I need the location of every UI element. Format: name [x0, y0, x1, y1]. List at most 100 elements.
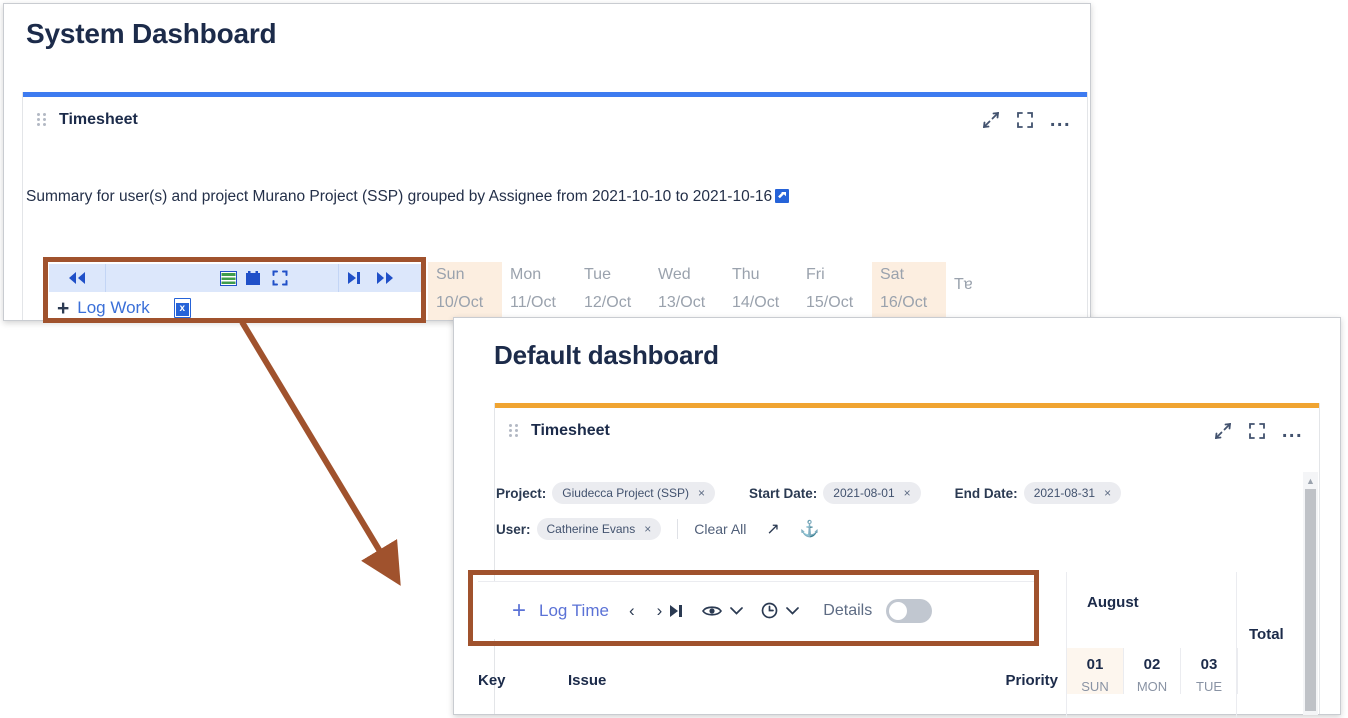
date-number: 02	[1124, 656, 1180, 673]
day-date-label: Tɐ	[954, 266, 986, 294]
calendar-icon[interactable]	[240, 264, 266, 292]
eye-icon[interactable]	[702, 604, 722, 618]
day-of-week-label: Sat	[880, 262, 946, 284]
system-dashboard-window: System Dashboard Timesheet	[3, 3, 1091, 321]
column-key[interactable]: Key	[478, 672, 568, 689]
gadget-summary: Summary for user(s) and project Murano P…	[26, 184, 956, 210]
day-date-label: 15/Oct	[806, 284, 872, 312]
filter-row-2: User: Catherine Evans × Clear All ↗ ⚓	[496, 514, 1256, 544]
date-weekday: SUN	[1067, 673, 1123, 694]
day-column: Sun10/Oct	[428, 262, 502, 321]
share-icon[interactable]: ↗	[766, 519, 779, 539]
day-column: Sat16/Oct	[872, 262, 946, 321]
collapse-icon[interactable]	[1214, 422, 1232, 440]
date-number: 03	[1181, 656, 1237, 673]
drag-handle-icon[interactable]	[37, 113, 47, 127]
month-column-group: August 01SUN02MON03TUE	[1066, 572, 1236, 718]
day-column: Wed13/Oct	[650, 262, 724, 321]
log-work-row: + Log Work	[49, 292, 426, 321]
excel-export-icon[interactable]	[174, 298, 191, 318]
log-work-button[interactable]: Log Work	[77, 298, 149, 318]
chevron-down-icon[interactable]	[786, 603, 799, 618]
end-date-value: 2021-08-31	[1034, 486, 1095, 500]
drag-handle-icon[interactable]	[509, 424, 519, 438]
scroll-up-icon[interactable]: ▲	[1303, 472, 1318, 489]
remove-icon[interactable]: ×	[698, 486, 705, 500]
remove-icon[interactable]: ×	[1104, 486, 1111, 500]
start-date-value: 2021-08-01	[833, 486, 894, 500]
user-filter-value: Catherine Evans	[547, 522, 636, 536]
user-filter-chip[interactable]: Catherine Evans ×	[537, 518, 662, 540]
date-column-header: 03TUE	[1181, 648, 1238, 694]
anchor-icon[interactable]: ⚓	[800, 519, 820, 539]
month-day-headers: 01SUN02MON03TUE	[1067, 648, 1238, 694]
end-date-label: End Date:	[955, 486, 1018, 501]
date-number: 01	[1067, 656, 1123, 673]
day-header-strip: Sun10/OctMon11/OctTue12/OctWed13/OctThu1…	[428, 262, 986, 321]
log-time-button[interactable]: Log Time	[539, 601, 609, 621]
project-filter-chip[interactable]: Giudecca Project (SSP) ×	[552, 482, 715, 504]
date-weekday: MON	[1124, 673, 1180, 694]
maximize-icon[interactable]	[1248, 422, 1266, 440]
column-priority[interactable]: Priority	[968, 672, 1066, 689]
day-column: Fri15/Oct	[798, 262, 872, 321]
remove-icon[interactable]: ×	[644, 522, 651, 536]
prev-period-button[interactable]: ‹	[629, 601, 635, 621]
day-of-week-label: Thu	[732, 262, 798, 284]
last-period-button[interactable]	[668, 604, 684, 618]
plus-icon[interactable]: +	[57, 298, 69, 319]
gadget-title: Timesheet	[59, 111, 138, 129]
day-date-label: 16/Oct	[880, 284, 946, 312]
remove-icon[interactable]: ×	[904, 486, 911, 500]
maximize-icon[interactable]	[1016, 111, 1034, 129]
clock-icon[interactable]	[761, 602, 778, 619]
start-date-chip[interactable]: 2021-08-01 ×	[823, 482, 920, 504]
day-column: Thu14/Oct	[724, 262, 798, 321]
gadget-summary-text: Summary for user(s) and project Murano P…	[26, 188, 772, 205]
column-issue[interactable]: Issue	[568, 672, 968, 689]
day-date-label: 12/Oct	[584, 284, 650, 312]
date-column-header: 02MON	[1124, 648, 1181, 694]
external-link-icon[interactable]	[775, 189, 789, 203]
filter-row-1: Project: Giudecca Project (SSP) × Start …	[496, 478, 1256, 508]
next-period-button[interactable]: ›	[657, 601, 663, 621]
jump-back-button[interactable]	[49, 264, 105, 292]
timesheet-nav-toolbar[interactable]	[49, 264, 426, 292]
user-filter-label: User:	[496, 522, 531, 537]
project-filter-label: Project:	[496, 486, 546, 501]
day-date-label: 10/Oct	[436, 284, 502, 312]
day-of-week-label: Fri	[806, 262, 872, 284]
day-of-week-label: Wed	[658, 262, 724, 284]
start-date-label: Start Date:	[749, 486, 817, 501]
jump-last-button[interactable]	[339, 264, 369, 292]
plus-icon[interactable]: +	[512, 599, 526, 623]
day-column: Tɐ	[946, 262, 986, 321]
filter-bar: Project: Giudecca Project (SSP) × Start …	[496, 478, 1256, 544]
page-title: System Dashboard	[26, 18, 276, 50]
table-header-row: Key Issue Priority	[478, 672, 1066, 689]
day-date-label: 11/Oct	[510, 284, 576, 312]
gadget-title-new: Timesheet	[531, 422, 610, 440]
day-date-label: 13/Oct	[658, 284, 724, 312]
date-weekday: TUE	[1181, 673, 1237, 694]
spreadsheet-icon[interactable]	[216, 264, 240, 292]
end-date-chip[interactable]: 2021-08-31 ×	[1024, 482, 1121, 504]
more-options-icon[interactable]: ...	[1282, 427, 1303, 435]
project-filter-value: Giudecca Project (SSP)	[562, 486, 689, 500]
vertical-scrollbar[interactable]: ▲	[1303, 472, 1318, 715]
details-label: Details	[823, 602, 872, 620]
chevron-down-icon[interactable]	[730, 603, 743, 618]
fast-forward-button[interactable]	[369, 264, 401, 292]
total-column: Total	[1236, 572, 1302, 718]
fullscreen-icon[interactable]	[266, 264, 294, 292]
date-column-header: 01SUN	[1067, 648, 1124, 694]
details-toggle[interactable]	[886, 599, 932, 623]
month-label: August	[1067, 572, 1236, 611]
more-options-icon[interactable]: ...	[1050, 116, 1071, 124]
clear-all-button[interactable]: Clear All	[694, 521, 746, 537]
scrollbar-thumb[interactable]	[1305, 489, 1316, 711]
day-of-week-label: Sun	[436, 262, 502, 284]
log-time-toolbar: + Log Time ‹ › Details	[478, 581, 1038, 639]
toolbar-spacer	[106, 264, 216, 292]
collapse-icon[interactable]	[982, 111, 1000, 129]
